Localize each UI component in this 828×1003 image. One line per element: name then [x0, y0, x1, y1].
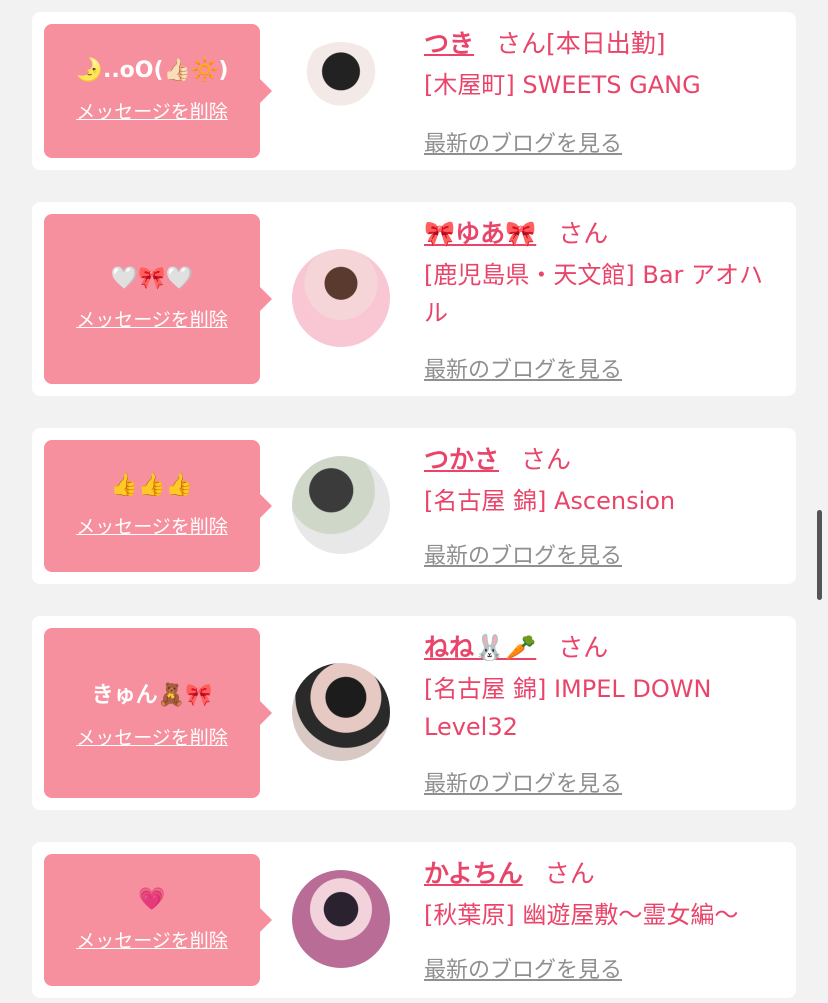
latest-blog-link[interactable]: 最新のブログを見る [424, 126, 622, 158]
message-card: 🌛..oO(👍🏻🔆) メッセージを削除 つき さん[本日出勤] [木屋町] SWE… [32, 12, 796, 170]
delete-message-link[interactable]: メッセージを削除 [76, 305, 228, 332]
latest-blog-link[interactable]: 最新のブログを見る [424, 538, 622, 570]
message-text: 🌛..oO(👍🏻🔆) [75, 58, 229, 83]
latest-blog-link[interactable]: 最新のブログを見る [424, 952, 622, 984]
message-card: 🤍🎀🤍 メッセージを削除 🎀ゆあ🎀 さん [鹿児島県・天文館] Bar アオハル … [32, 202, 796, 396]
honorific: さん [558, 633, 609, 662]
message-card: 💗 メッセージを削除 かよちん さん [秋葉原] 幽遊屋敷〜霊女編〜 最新のブログ… [32, 842, 796, 998]
message-bubble: 🌛..oO(👍🏻🔆) メッセージを削除 [44, 24, 272, 158]
message-bubble: 🤍🎀🤍 メッセージを削除 [44, 214, 272, 384]
honorific: さん [521, 445, 572, 474]
latest-blog-link[interactable]: 最新のブログを見る [424, 352, 622, 384]
latest-blog-link[interactable]: 最新のブログを見る [424, 766, 622, 798]
message-text: 💗 [138, 887, 166, 912]
message-text: 👍👍👍 [110, 473, 194, 498]
profile-info: 🎀ゆあ🎀 さん [鹿児島県・天文館] Bar アオハル [424, 218, 782, 332]
cast-name-link[interactable]: かよちん [424, 859, 523, 888]
message-card: きゅん🧸🎀 メッセージを削除 ねね🐰🥕 さん [名古屋 錦] IMPEL DOWN… [32, 616, 796, 810]
avatar[interactable] [292, 870, 390, 968]
avatar[interactable] [292, 249, 390, 347]
cast-name-link[interactable]: 🎀ゆあ🎀 [424, 219, 536, 248]
shop-name: [木屋町] SWEETS GANG [424, 71, 701, 99]
avatar[interactable] [292, 663, 390, 761]
profile-info: ねね🐰🥕 さん [名古屋 錦] IMPEL DOWN Level32 [424, 632, 782, 746]
profile-info: つき さん[本日出勤] [木屋町] SWEETS GANG [424, 28, 782, 104]
honorific: さん [558, 219, 609, 248]
profile-info: つかさ さん [名古屋 錦] Ascension [424, 444, 782, 520]
cast-name-link[interactable]: つかさ [424, 445, 499, 474]
message-bubble: 👍👍👍 メッセージを削除 [44, 440, 272, 572]
cast-name-link[interactable]: ねね🐰🥕 [424, 633, 536, 662]
shop-name: [鹿児島県・天文館] Bar アオハル [424, 261, 764, 327]
scrollbar[interactable] [817, 510, 822, 600]
avatar[interactable] [292, 456, 390, 554]
message-bubble: 💗 メッセージを削除 [44, 854, 272, 986]
avatar[interactable] [292, 42, 390, 140]
work-status: [本日出勤] [546, 29, 666, 58]
delete-message-link[interactable]: メッセージを削除 [76, 512, 228, 539]
message-card: 👍👍👍 メッセージを削除 つかさ さん [名古屋 錦] Ascension 最新の… [32, 428, 796, 584]
honorific: さん [496, 29, 547, 58]
delete-message-link[interactable]: メッセージを削除 [76, 97, 228, 124]
shop-name: [名古屋 錦] Ascension [424, 487, 676, 515]
message-text: きゅん🧸🎀 [91, 682, 213, 708]
shop-name: [秋葉原] 幽遊屋敷〜霊女編〜 [424, 901, 739, 929]
delete-message-link[interactable]: メッセージを削除 [76, 723, 228, 750]
message-bubble: きゅん🧸🎀 メッセージを削除 [44, 628, 272, 798]
shop-name: [名古屋 錦] IMPEL DOWN Level32 [424, 675, 712, 741]
honorific: さん [544, 859, 595, 888]
message-text: 🤍🎀🤍 [110, 266, 194, 291]
cast-name-link[interactable]: つき [424, 29, 474, 58]
delete-message-link[interactable]: メッセージを削除 [76, 926, 228, 953]
profile-info: かよちん さん [秋葉原] 幽遊屋敷〜霊女編〜 [424, 858, 782, 934]
